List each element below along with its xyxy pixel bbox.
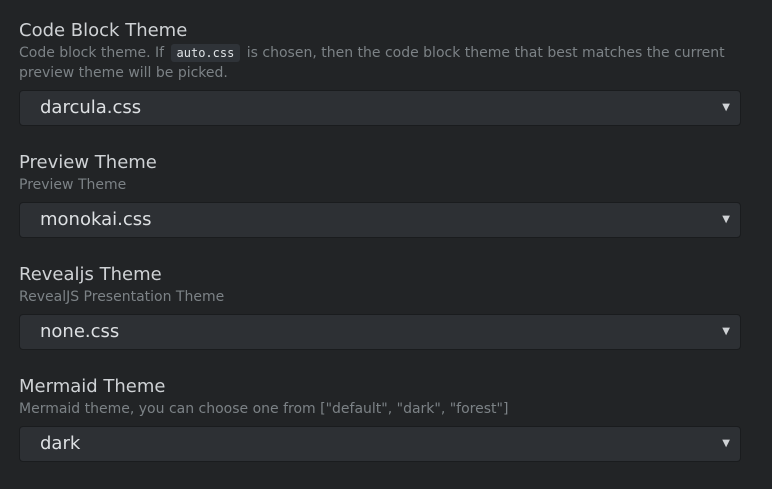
setting-description: RevealJS Presentation Theme — [19, 289, 225, 305]
setting-description: Code block theme. If auto.css is chosen,… — [19, 43, 741, 83]
setting-title: Code Block Theme — [19, 20, 188, 41]
setting-title: Mermaid Theme — [19, 376, 166, 397]
setting-title: Revealjs Theme — [19, 264, 162, 285]
setting-code-block-theme: Code Block Theme Code block theme. If au… — [19, 19, 741, 126]
setting-revealjs-theme: Revealjs Theme RevealJS Presentation The… — [19, 263, 741, 350]
description-text: Code block theme. If — [19, 45, 169, 61]
dropdown-arrow-icon: ▼ — [722, 102, 730, 113]
selected-value: dark — [40, 433, 81, 454]
selected-value: darcula.css — [40, 97, 142, 118]
mermaid-theme-select[interactable]: dark ▼ — [19, 426, 741, 462]
dropdown-arrow-icon: ▼ — [722, 214, 730, 225]
selected-value: none.css — [40, 321, 120, 342]
settings-panel: Code Block Theme Code block theme. If au… — [0, 0, 772, 489]
setting-preview-theme: Preview Theme Preview Theme monokai.css … — [19, 151, 741, 238]
revealjs-theme-select[interactable]: none.css ▼ — [19, 314, 741, 350]
setting-title: Preview Theme — [19, 152, 157, 173]
code-block-theme-select[interactable]: darcula.css ▼ — [19, 90, 741, 126]
setting-mermaid-theme: Mermaid Theme Mermaid theme, you can cho… — [19, 375, 741, 462]
dropdown-arrow-icon: ▼ — [722, 326, 730, 337]
setting-description: Preview Theme — [19, 177, 127, 193]
preview-theme-select[interactable]: monokai.css ▼ — [19, 202, 741, 238]
dropdown-arrow-icon: ▼ — [722, 438, 730, 449]
selected-value: monokai.css — [40, 209, 152, 230]
setting-description: Mermaid theme, you can choose one from [… — [19, 401, 509, 417]
inline-code: auto.css — [170, 44, 241, 62]
